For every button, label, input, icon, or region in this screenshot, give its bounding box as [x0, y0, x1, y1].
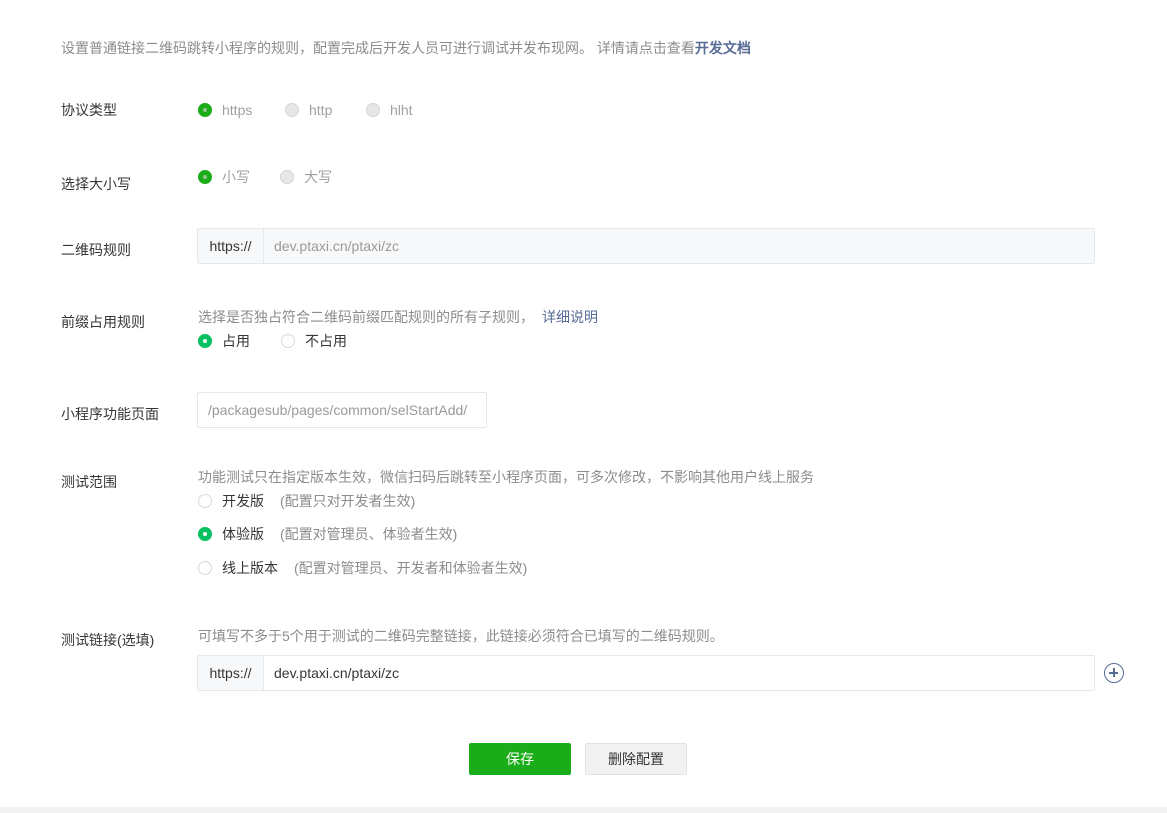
save-button[interactable]: 保存	[469, 743, 571, 775]
scope-radio-note: (配置对管理员、体验者生效)	[280, 526, 458, 542]
intro-text: 设置普通链接二维码跳转小程序的规则，配置完成后开发人员可进行调试并发布现网。 详…	[61, 38, 751, 58]
scope-radio-online[interactable]: 线上版本 (配置对管理员、开发者和体验者生效)	[198, 558, 527, 578]
page-path-input[interactable]: /packagesub/pages/common/selStartAdd/	[197, 392, 487, 428]
prefix-rule-desc-text: 选择是否独占符合二维码前缀匹配规则的所有子规则，	[198, 309, 534, 325]
prefix-rule-desc: 选择是否独占符合二维码前缀匹配规则的所有子规则， 详细说明	[198, 307, 598, 327]
page-path-label: 小程序功能页面	[61, 406, 159, 422]
intro-description: 设置普通链接二维码跳转小程序的规则，配置完成后开发人员可进行调试并发布现网。 详…	[61, 40, 695, 56]
case-radio-label: 大写	[304, 169, 332, 185]
radio-unchecked-icon	[366, 103, 380, 117]
protocol-radio-hlht[interactable]: hlht	[366, 102, 413, 118]
radio-checked-icon	[198, 103, 212, 117]
test-link-desc: 可填写不多于5个用于测试的二维码完整链接，此链接必须符合已填写的二维码规则。	[198, 628, 724, 644]
qr-rule-label: 二维码规则	[61, 242, 131, 258]
prefix-rule-label: 前缀占用规则	[61, 314, 145, 330]
scope-radio-note: (配置对管理员、开发者和体验者生效)	[294, 560, 528, 576]
radio-checked-icon	[198, 170, 212, 184]
scope-radio-label: 线上版本	[222, 560, 278, 576]
scope-radio-label: 开发版	[222, 493, 264, 509]
qr-rule-field: dev.ptaxi.cn/ptaxi/zc	[264, 229, 1094, 263]
test-link-input[interactable]: dev.ptaxi.cn/ptaxi/zc	[264, 656, 1094, 690]
test-scope-desc: 功能测试只在指定版本生效，微信扫码后跳转至小程序页面，可多次修改，不影响其他用户…	[198, 469, 814, 485]
prefix-radio-occupy[interactable]: 占用	[198, 331, 250, 351]
case-radio-upper[interactable]: 大写	[280, 167, 332, 187]
prefix-radio-not-occupy[interactable]: 不占用	[281, 331, 347, 351]
radio-unchecked-icon	[281, 334, 295, 348]
case-radio-lower[interactable]: 小写	[198, 167, 250, 187]
case-radio-label: 小写	[222, 169, 250, 185]
radio-unchecked-icon	[280, 170, 294, 184]
protocol-radio-label: https	[222, 102, 253, 118]
radio-unchecked-icon	[198, 561, 212, 575]
qr-rule-input-group: https:// dev.ptaxi.cn/ptaxi/zc	[197, 228, 1095, 264]
scope-radio-dev[interactable]: 开发版 (配置只对开发者生效)	[198, 491, 415, 511]
scope-radio-label: 体验版	[222, 526, 264, 542]
case-label: 选择大小写	[61, 176, 131, 192]
footer-divider	[0, 807, 1167, 813]
radio-unchecked-icon	[198, 494, 212, 508]
test-link-label: 测试链接(选填)	[61, 632, 155, 648]
detail-link[interactable]: 详细说明	[542, 309, 598, 325]
radio-checked-icon	[198, 334, 212, 348]
dev-docs-link[interactable]: 开发文档	[695, 40, 751, 56]
scope-radio-trial[interactable]: 体验版 (配置对管理员、体验者生效)	[198, 524, 457, 544]
scope-radio-note: (配置只对开发者生效)	[280, 493, 416, 509]
test-link-prefix: https://	[198, 656, 264, 690]
protocol-radio-https[interactable]: https	[198, 102, 252, 118]
test-scope-label: 测试范围	[61, 474, 117, 490]
radio-unchecked-icon	[285, 103, 299, 117]
protocol-radio-http[interactable]: http	[285, 102, 332, 118]
protocol-radio-label: http	[309, 102, 333, 118]
prefix-radio-label: 不占用	[305, 333, 347, 349]
radio-checked-icon	[198, 527, 212, 541]
qr-rule-prefix: https://	[198, 229, 264, 263]
protocol-label: 协议类型	[61, 102, 117, 118]
protocol-radio-label: hlht	[390, 102, 413, 118]
test-link-input-group: https:// dev.ptaxi.cn/ptaxi/zc	[197, 655, 1095, 691]
delete-config-button[interactable]: 删除配置	[585, 743, 687, 775]
add-link-icon[interactable]	[1104, 663, 1124, 683]
prefix-radio-label: 占用	[222, 333, 250, 349]
